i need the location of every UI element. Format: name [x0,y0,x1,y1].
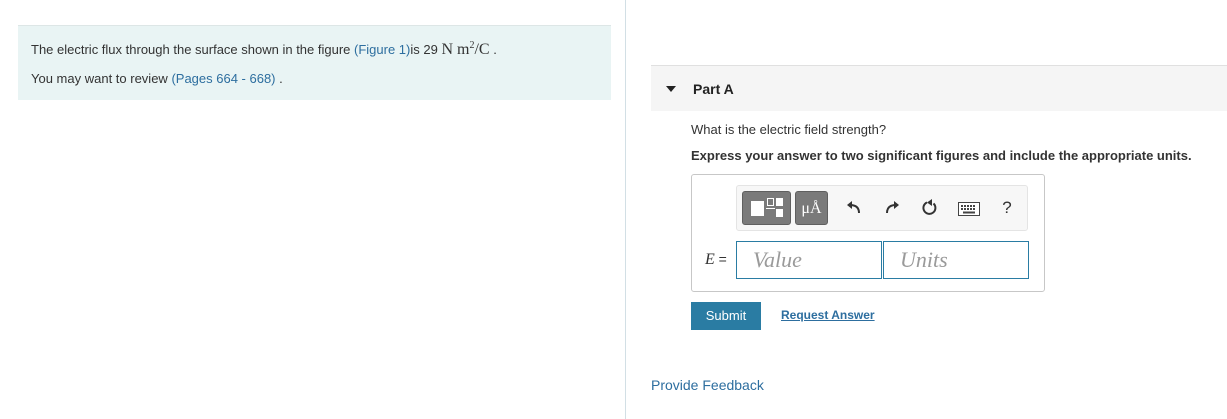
pane-divider [625,0,626,419]
reset-icon[interactable] [916,191,944,225]
question-prompt: What is the electric field strength? [691,122,887,137]
undo-icon[interactable] [840,191,868,225]
flux-unit-main: N m [441,41,470,58]
problem-pane: The electric flux through the surface sh… [0,0,625,419]
flux-unit-tail: /C [474,41,490,58]
equals-sign: = [714,251,727,267]
answer-variable-label: E = [705,251,727,269]
help-icon[interactable]: ? [997,191,1017,225]
request-answer-link[interactable]: Request Answer [781,308,875,322]
flux-text: The electric flux through the surface sh… [31,42,355,57]
units-icon[interactable]: μÅ [795,191,828,225]
templates-icon[interactable] [742,191,791,225]
collapse-caret-icon[interactable] [666,86,676,92]
keyboard-icon[interactable] [954,191,984,225]
pages-link[interactable]: (Pages 664 - 668) [171,71,275,86]
flux-value-text: is 29 [410,42,442,57]
review-statement: You may want to review (Pages 664 - 668)… [31,71,283,86]
part-title: Part A [693,81,734,97]
answer-box: μÅ ? E = Value Units [691,174,1045,292]
flux-end: . [489,42,497,57]
value-input[interactable]: Value [736,241,882,279]
redo-icon[interactable] [878,191,906,225]
figure-link[interactable]: (Figure 1) [354,42,410,57]
answer-instruction: Express your answer to two significant f… [691,148,1192,163]
review-end: . [275,71,283,86]
math-toolbar: μÅ ? [736,185,1028,231]
flux-unit: N m2/C [441,40,490,58]
flux-statement: The electric flux through the surface sh… [31,40,497,59]
submit-button[interactable]: Submit [691,302,761,330]
problem-intro: The electric flux through the surface sh… [18,25,611,100]
review-text: You may want to review [31,71,172,86]
part-a-header[interactable]: Part A [651,65,1227,111]
provide-feedback-link[interactable]: Provide Feedback [651,377,764,393]
variable-name: E [705,251,715,268]
units-input[interactable]: Units [883,241,1029,279]
